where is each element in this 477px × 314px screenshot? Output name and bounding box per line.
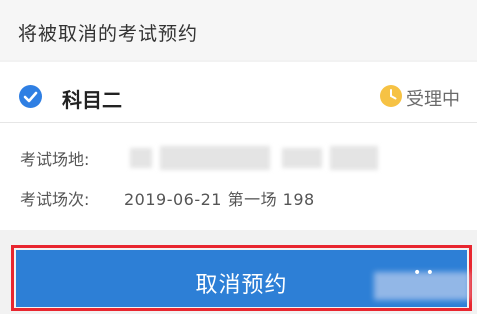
cancel-appointment-screen: 将被取消的考试预约 科目二 受理中 考试场地: 考试场次: 2019-06-21…: [0, 0, 477, 314]
session-label: 考试场次:: [20, 190, 90, 209]
divider: [0, 122, 477, 123]
check-circle-icon[interactable]: [19, 85, 42, 108]
clock-icon: [380, 85, 402, 107]
section-header: 将被取消的考试预约: [0, 0, 477, 60]
status-text: 受理中: [406, 89, 460, 110]
subject-name: 科目二: [62, 88, 122, 112]
location-label: 考试场地:: [20, 150, 90, 169]
watermark-dots: • •: [413, 265, 434, 281]
appointment-card-header: 科目二 受理中: [0, 62, 477, 122]
session-value: 2019-06-21 第一场 198: [124, 190, 315, 209]
appointment-card: 科目二 受理中 考试场地: 考试场次: 2019-06-21 第一场 198: [0, 62, 477, 230]
section-title: 将被取消的考试预约: [18, 23, 199, 45]
